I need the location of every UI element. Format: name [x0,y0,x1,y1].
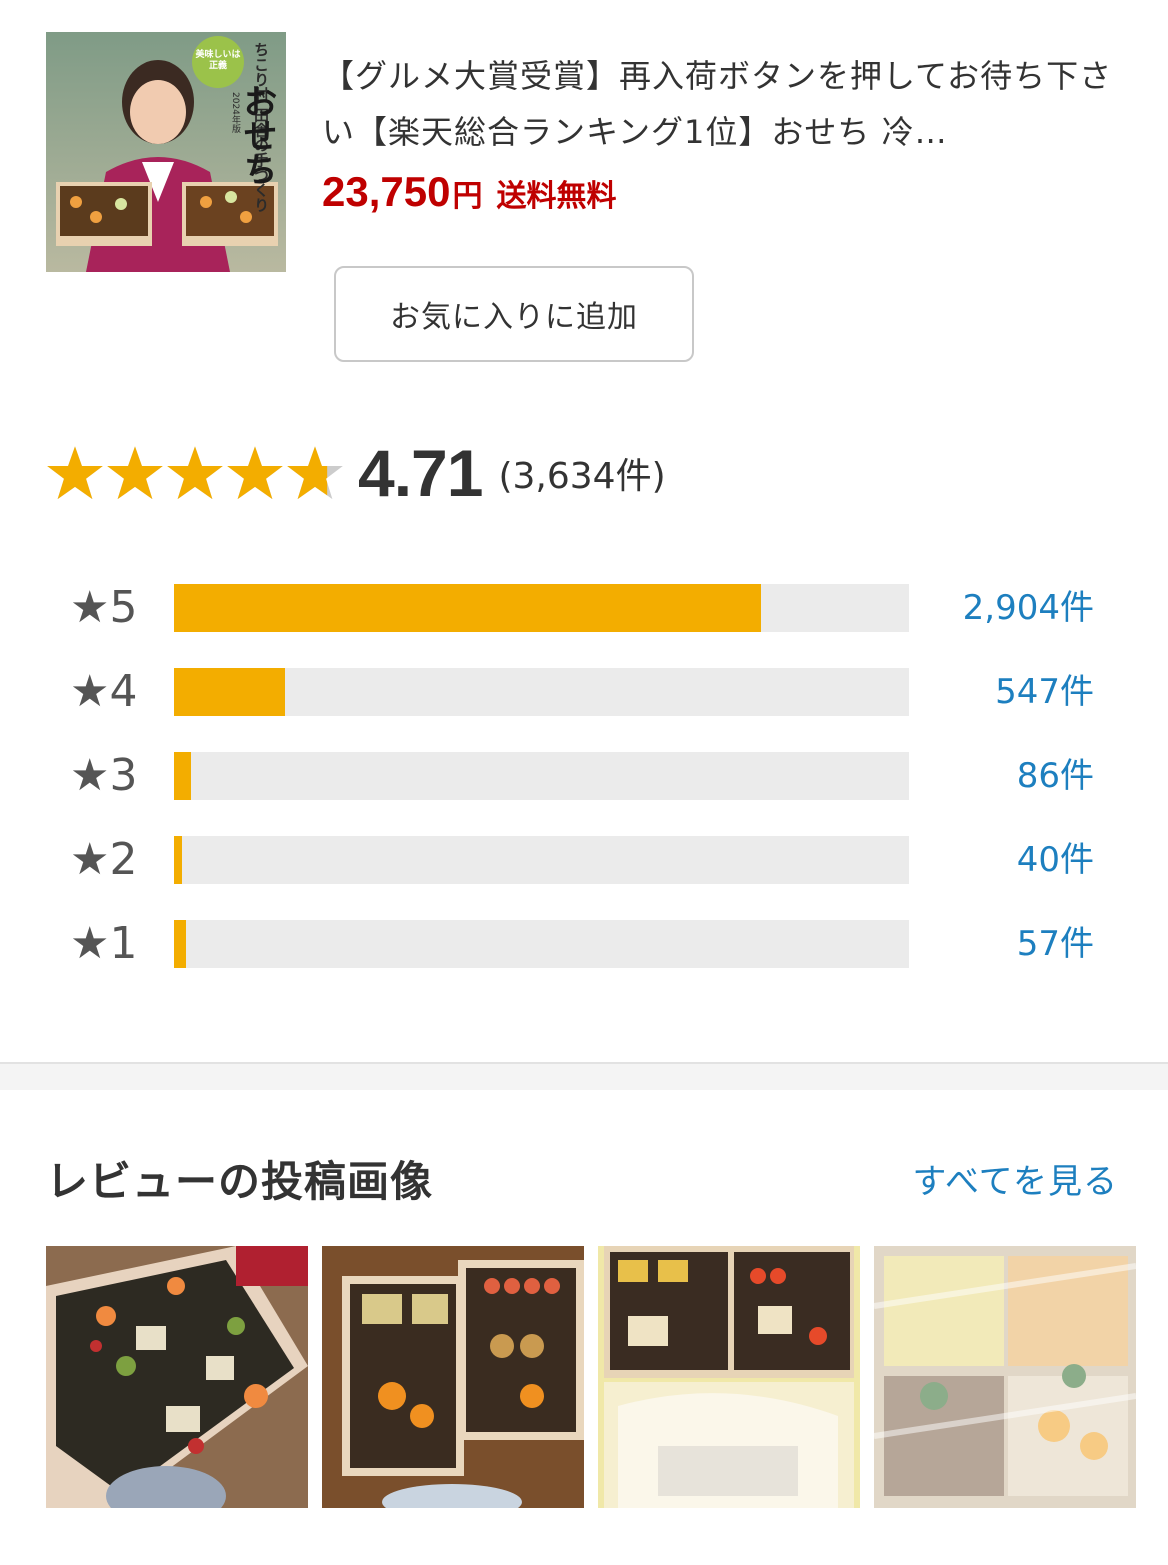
distribution-star-label: ★4 [70,666,138,717]
add-to-favorites-button[interactable]: お気に入りに追加 [334,266,694,362]
price-value: 23,750 [322,168,451,215]
review-count: (3,634件) [498,456,666,497]
distribution-row[interactable]: ★1 57件 [0,920,1168,968]
review-photo[interactable] [46,1246,308,1508]
distribution-bar-fill [174,752,191,800]
distribution-bar-fill [174,668,285,716]
distribution-bar-fill [174,836,182,884]
rating-score: 4.71 [358,436,483,510]
review-photo[interactable] [598,1246,860,1508]
star-icon [47,446,103,500]
price-unit: 円 [452,179,483,214]
product-title[interactable]: 【グルメ大賞受賞】再入荷ボタンを押してお待ち下さい【楽天総合ランキング1位】おせ… [322,48,1122,160]
distribution-star-label: ★2 [70,834,138,885]
distribution-bar-track [174,752,909,800]
star-icon [287,446,343,500]
review-images-title: レビューの投稿画像 [46,1157,434,1206]
product-info: 【グルメ大賞受賞】再入荷ボタンを押してお待ち下さい【楽天総合ランキング1位】おせ… [322,48,1122,216]
distribution-row[interactable]: ★2 40件 [0,836,1168,884]
distribution-star-label: ★1 [70,918,138,969]
star-rating [46,444,344,502]
section-divider [0,1062,1168,1090]
distribution-bar-fill [174,584,761,632]
distribution-count-link[interactable]: 57件 [1017,920,1094,968]
distribution-count-link[interactable]: 40件 [1017,836,1094,884]
see-all-link[interactable]: すべてを見る [912,1150,1118,1214]
star-icon [227,446,283,500]
distribution-count-link[interactable]: 86件 [1017,752,1094,800]
review-photo-image [874,1246,1136,1508]
distribution-row[interactable]: ★4 547件 [0,668,1168,716]
review-photo[interactable] [322,1246,584,1508]
distribution-bar-track [174,584,909,632]
distribution-star-label: ★3 [70,750,138,801]
free-shipping-label: 送料無料 [496,179,617,214]
product-thumbnail[interactable]: 美味しいは正義 ちこり村 田舎の手づくり 2024年版 おせち [46,32,286,272]
price-row: 23,750 円 送料無料 [322,168,1122,216]
distribution-count-link[interactable]: 2,904件 [963,584,1094,632]
distribution-count-link[interactable]: 547件 [995,668,1094,716]
distribution-bar-track [174,920,909,968]
review-photo-image [598,1246,860,1508]
star-icon [107,446,163,500]
thumbnail-badge-text: 美味しいは正義 [195,50,241,71]
review-photo[interactable] [874,1246,1136,1508]
review-images-header: レビューの投稿画像 すべてを見る [46,1150,1118,1214]
star-icon [167,446,223,500]
distribution-bar-track [174,836,909,884]
distribution-star-label: ★5 [70,582,138,633]
product-summary: 美味しいは正義 ちこり村 田舎の手づくり 2024年版 おせち 【グルメ大賞受賞… [0,0,1168,400]
distribution-row[interactable]: ★3 86件 [0,752,1168,800]
thumbnail-osechi-text: おせち [237,84,277,186]
review-image-gallery [46,1246,1136,1508]
distribution-row[interactable]: ★5 2,904件 [0,584,1168,632]
distribution-bar-track [174,668,909,716]
distribution-bar-fill [174,920,186,968]
rating-summary: 4.71 (3,634件) [46,428,666,518]
review-photo-image [322,1246,584,1508]
review-photo-image [46,1246,308,1508]
